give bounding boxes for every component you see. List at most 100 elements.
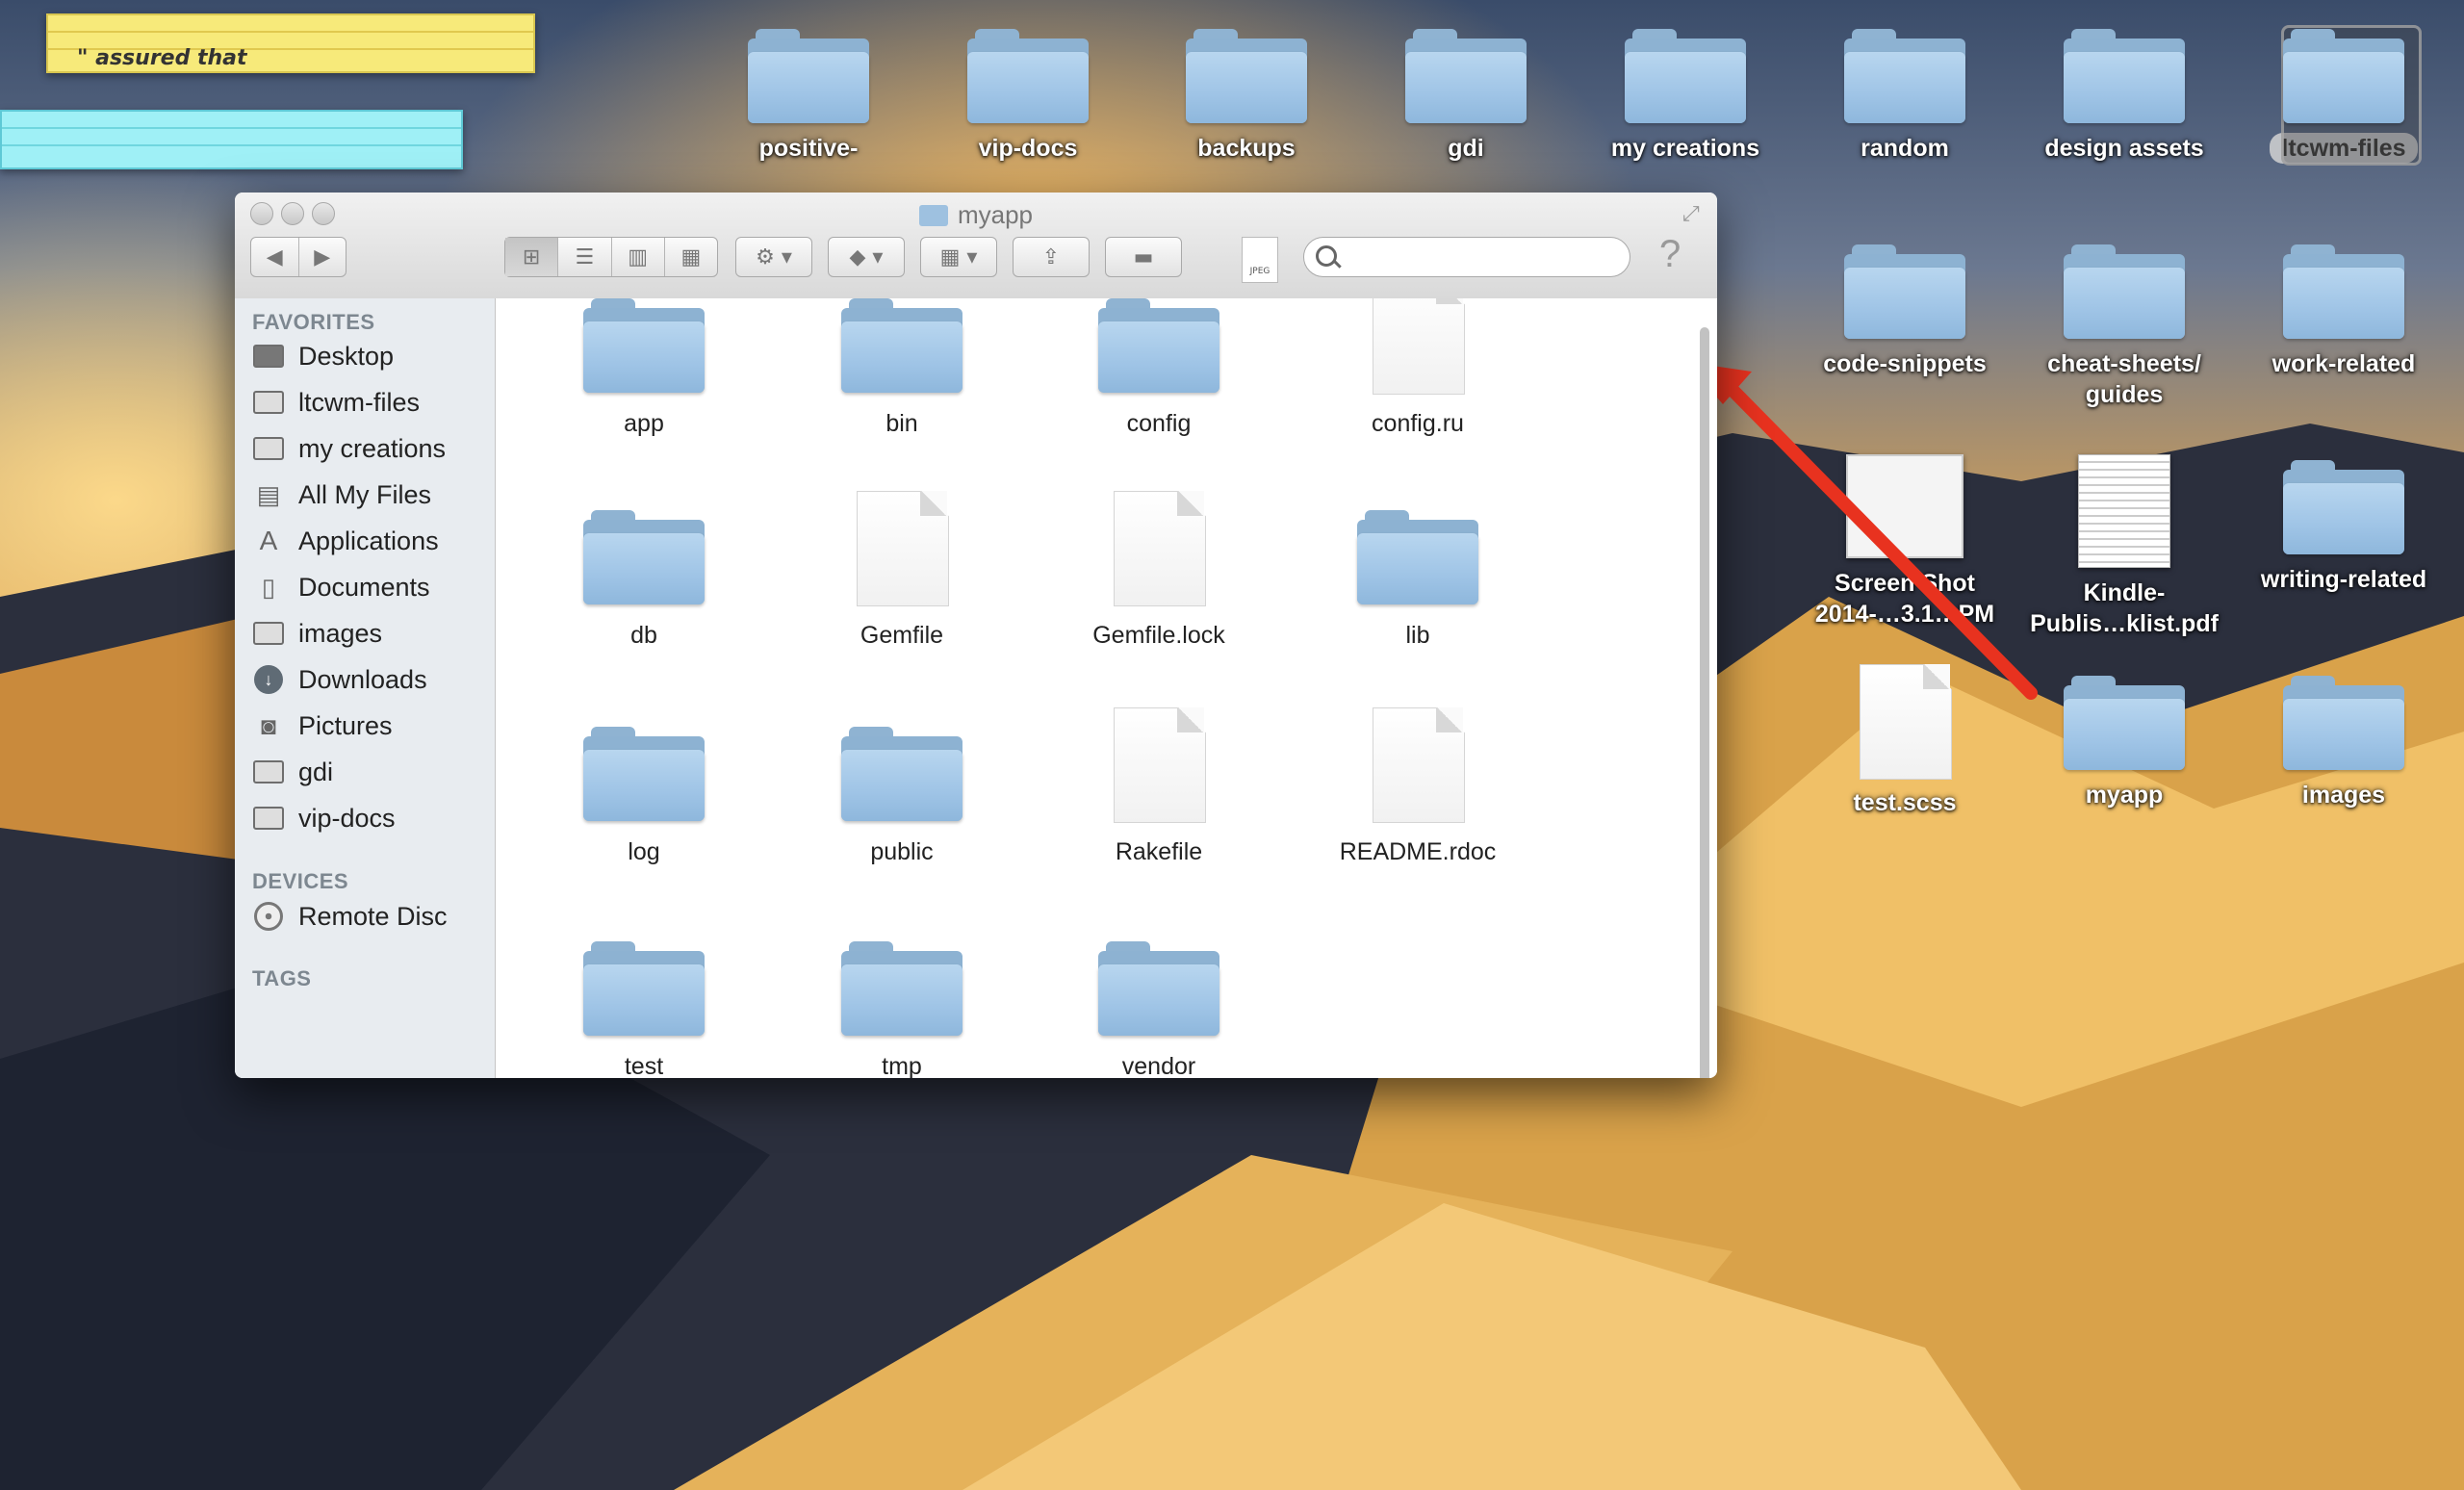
sidebar-item-images[interactable]: images xyxy=(252,612,382,655)
sidebar-item-label: Downloads xyxy=(298,664,427,694)
sidebar-item-label: images xyxy=(298,618,383,648)
list-view-button[interactable]: ☰ xyxy=(558,238,612,276)
folder-icon xyxy=(918,205,948,226)
desktop-icon[interactable]: backups xyxy=(1145,29,1348,164)
sidebar-item-all-my-files[interactable]: ▤ All My Files xyxy=(252,474,431,516)
column-view-button[interactable]: ▥ xyxy=(612,238,665,276)
documents-icon: ▯ xyxy=(261,572,276,602)
file-item[interactable]: vendor xyxy=(1043,922,1274,1078)
desktop-icon[interactable]: gdi xyxy=(1365,29,1567,164)
desktop-icon[interactable]: code-snippets xyxy=(1804,244,2006,379)
folder-icon xyxy=(583,510,705,604)
applications-icon: A xyxy=(259,526,278,555)
dropbox-button[interactable]: ◆ ▾ xyxy=(828,237,905,277)
finder-window: myapp ⤢ ◀ ▶ ⊞ ☰ ▥ ▦ ⚙ ▾ ◆ ▾ ▦ ▾ ⇪ ▬ JPEG… xyxy=(235,193,1717,1078)
sidebar-item-pictures[interactable]: ◙ Pictures xyxy=(252,705,393,747)
icon-view-button[interactable]: ⊞ xyxy=(505,238,559,276)
file-name: Gemfile xyxy=(860,622,944,649)
document-icon xyxy=(1114,707,1206,823)
nav-buttons: ◀ ▶ xyxy=(250,237,346,277)
sticky-note-cyan[interactable] xyxy=(0,110,463,169)
sidebar-item-my-creations[interactable]: my creations xyxy=(252,427,446,470)
file-name: config.ru xyxy=(1372,410,1464,437)
file-name: test xyxy=(624,1053,664,1078)
camera-icon: ◙ xyxy=(261,710,276,740)
tag-icon: ▬ xyxy=(1133,244,1154,270)
desktop-icon[interactable]: random xyxy=(1804,29,2006,164)
sidebar-item-vip-docs[interactable]: vip-docs xyxy=(252,797,396,839)
folder-icon xyxy=(252,758,285,785)
file-item[interactable]: app xyxy=(528,298,759,438)
sidebar-item-label: All My Files xyxy=(298,479,432,509)
file-item[interactable]: Gemfile.lock xyxy=(1043,491,1274,650)
window-title-text: myapp xyxy=(957,200,1034,229)
arrange-button[interactable]: ▦ ▾ xyxy=(920,237,997,277)
desktop-icon[interactable]: Screen Shot 2014-…3.1…PM xyxy=(1804,454,2006,629)
sidebar-item-downloads[interactable]: ↓ Downloads xyxy=(252,658,427,701)
file-item[interactable]: tmp xyxy=(786,922,1017,1078)
sidebar-item-desktop[interactable]: Desktop xyxy=(252,335,394,377)
tags-button[interactable]: ▬ xyxy=(1105,237,1182,277)
desktop-icon-label: random xyxy=(1861,135,1949,162)
desktop-icon[interactable]: work-related xyxy=(2243,244,2445,379)
desktop-icon[interactable]: test.scss xyxy=(1804,664,2006,818)
desktop-icon[interactable]: images xyxy=(2243,676,2445,810)
desktop-icon[interactable]: design assets xyxy=(2023,29,2225,164)
sidebar-item-documents[interactable]: ▯ Documents xyxy=(252,566,430,608)
desktop-icon[interactable]: Kindle- Publis…klist.pdf xyxy=(2023,454,2225,639)
sidebar-item-applications[interactable]: A Applications xyxy=(252,520,439,562)
desktop-icon[interactable]: positive- xyxy=(707,29,910,164)
file-item[interactable]: config.ru xyxy=(1302,298,1533,438)
coverflow-view-button[interactable]: ▦ xyxy=(665,238,717,276)
window-title: myapp xyxy=(235,200,1717,230)
help-icon[interactable]: ? xyxy=(1659,233,1681,276)
desktop-icon[interactable]: my creations xyxy=(1584,29,1786,164)
file-item[interactable]: Gemfile xyxy=(786,491,1017,650)
back-button[interactable]: ◀ xyxy=(251,238,299,276)
desktop-icon[interactable]: writing-related xyxy=(2243,460,2445,595)
forward-button[interactable]: ▶ xyxy=(299,238,346,276)
file-item[interactable]: public xyxy=(786,707,1017,866)
vertical-scrollbar[interactable] xyxy=(1700,327,1709,1078)
desktop-icon-label: code-snippets xyxy=(1823,350,1987,377)
disc-icon xyxy=(252,902,285,931)
file-item[interactable]: db xyxy=(528,491,759,650)
dropbox-icon: ◆ ▾ xyxy=(849,244,884,270)
file-item[interactable]: test xyxy=(528,922,759,1078)
sidebar-item-gdi[interactable]: gdi xyxy=(252,751,333,793)
sidebar-item-ltcwm-files[interactable]: ltcwm-files xyxy=(252,381,420,424)
file-name: log xyxy=(628,838,660,865)
file-item[interactable]: bin xyxy=(786,298,1017,438)
jpeg-file-icon[interactable]: JPEG xyxy=(1242,237,1278,283)
desktop-icon[interactable]: myapp xyxy=(2023,676,2225,810)
action-button[interactable]: ⚙ ▾ xyxy=(735,237,812,277)
search-input[interactable] xyxy=(1347,244,1620,272)
sidebar-item-label: Pictures xyxy=(298,710,393,740)
file-item[interactable]: Rakefile xyxy=(1043,707,1274,866)
file-item[interactable]: lib xyxy=(1302,491,1533,650)
share-button[interactable]: ⇪ xyxy=(1013,237,1090,277)
view-mode-control: ⊞ ☰ ▥ ▦ xyxy=(504,237,718,277)
sticky-note-yellow[interactable]: " assured that xyxy=(46,13,535,73)
fullscreen-icon[interactable]: ⤢ xyxy=(1682,202,1700,226)
file-item[interactable]: config xyxy=(1043,298,1274,438)
desktop-icon[interactable]: cheat-sheets/ guides xyxy=(2023,244,2225,410)
file-item[interactable]: log xyxy=(528,707,759,866)
share-icon: ⇪ xyxy=(1041,244,1061,270)
file-grid: app bin config config.ru db Gemfile Gemfile.lo… xyxy=(496,298,1717,1078)
sidebar-item-label: my creations xyxy=(298,433,447,463)
desktop-icon[interactable]: ltcwm-files xyxy=(2243,25,2445,166)
sidebar-item-remote-disc[interactable]: Remote Disc xyxy=(252,895,448,938)
desktop-icon[interactable]: vip-docs xyxy=(927,29,1129,164)
desktop-icon-label: work-related xyxy=(2272,350,2416,377)
file-item[interactable]: README.rdoc xyxy=(1302,707,1533,866)
document-icon xyxy=(1860,664,1952,780)
desktop-icon-label: images xyxy=(2301,782,2386,809)
desktop-icon-label: writing-related xyxy=(2260,566,2427,593)
all-files-icon: ▤ xyxy=(256,479,281,509)
note-line xyxy=(2,144,461,146)
search-field[interactable] xyxy=(1303,237,1630,277)
desktop-icon-label: my creations xyxy=(1610,135,1760,162)
note-line xyxy=(2,127,461,129)
file-name: config xyxy=(1126,410,1192,437)
